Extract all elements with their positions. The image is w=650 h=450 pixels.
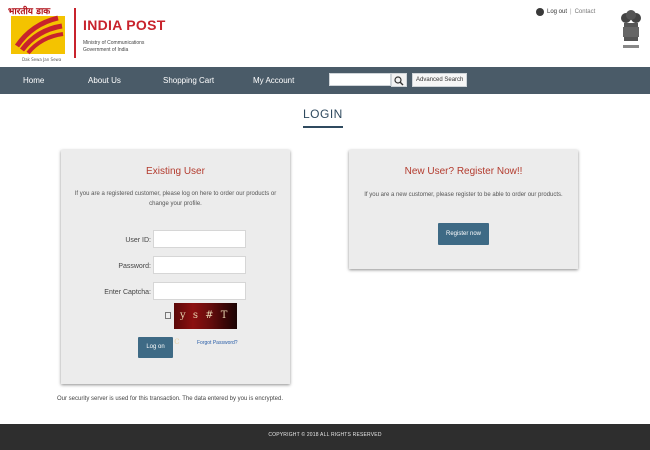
nav-about-us[interactable]: About Us <box>88 67 121 94</box>
captcha-field[interactable] <box>153 282 246 300</box>
user-id-label: User ID: <box>125 237 151 244</box>
existing-user-heading: Existing User <box>146 166 205 177</box>
existing-user-intro: If you are a registered customer, please… <box>74 191 277 207</box>
user-id-field[interactable] <box>153 230 246 248</box>
forgot-password-link[interactable]: Forgot Password? <box>197 340 238 346</box>
login-button[interactable]: Log on <box>138 337 173 358</box>
nav-my-account[interactable]: My Account <box>253 67 294 94</box>
password-label: Password: <box>118 263 151 270</box>
contact-link[interactable]: Contact <box>575 9 596 15</box>
top-links-separator: | <box>570 9 572 15</box>
title-underline <box>303 126 343 128</box>
copyright-text: COPYRIGHT © 2018 ALL RIGHTS RESERVED <box>268 432 382 438</box>
brand-subtitle: Ministry of Communications Government of… <box>83 40 144 54</box>
captcha-image: y s # T c <box>174 303 237 347</box>
nav-shopping-cart[interactable]: Shopping Cart <box>163 67 214 94</box>
logout-link[interactable]: Log out <box>547 9 567 15</box>
advanced-search-button[interactable]: Advanced Search <box>412 73 468 87</box>
post-emblem-icon <box>11 15 65 55</box>
password-field[interactable] <box>153 256 246 274</box>
register-button[interactable]: Register now <box>438 223 489 245</box>
new-user-heading: New User? Register Now!! <box>404 166 523 177</box>
national-emblem-icon <box>621 10 641 48</box>
brand-divider <box>74 8 76 58</box>
logout-icon[interactable] <box>536 8 544 16</box>
logo-tagline: Dak Sewa Jan Sewa <box>22 57 62 62</box>
security-note: Our security server is used for this tra… <box>57 396 283 402</box>
ministry-line: Ministry of Communications <box>83 40 145 46</box>
captcha-label: Enter Captcha: <box>104 289 151 296</box>
main-nav: Home About Us Shopping Cart My Account A… <box>0 67 650 94</box>
refresh-captcha-icon[interactable] <box>165 312 171 319</box>
search-button[interactable] <box>391 73 407 87</box>
footer: COPYRIGHT © 2018 ALL RIGHTS RESERVED <box>0 424 650 450</box>
search-icon <box>394 76 404 86</box>
new-user-panel: New User? Register Now!! If you are a ne… <box>349 150 578 269</box>
brand-title: INDIA POST <box>83 17 166 33</box>
top-links: Log out | Contact <box>536 8 595 16</box>
nav-home[interactable]: Home <box>23 67 44 94</box>
search-input[interactable] <box>329 73 391 86</box>
government-line: Government of India <box>83 47 129 53</box>
page-title: LOGIN <box>303 107 343 121</box>
existing-user-panel: Existing User If you are a registered cu… <box>61 150 290 384</box>
site-header: भारतीय डाक Dak Sewa Jan Sewa INDIA POST … <box>0 0 650 67</box>
new-user-intro: If you are a new customer, please regist… <box>364 192 563 198</box>
india-post-logo[interactable]: भारतीय डाक Dak Sewa Jan Sewa <box>8 4 68 64</box>
